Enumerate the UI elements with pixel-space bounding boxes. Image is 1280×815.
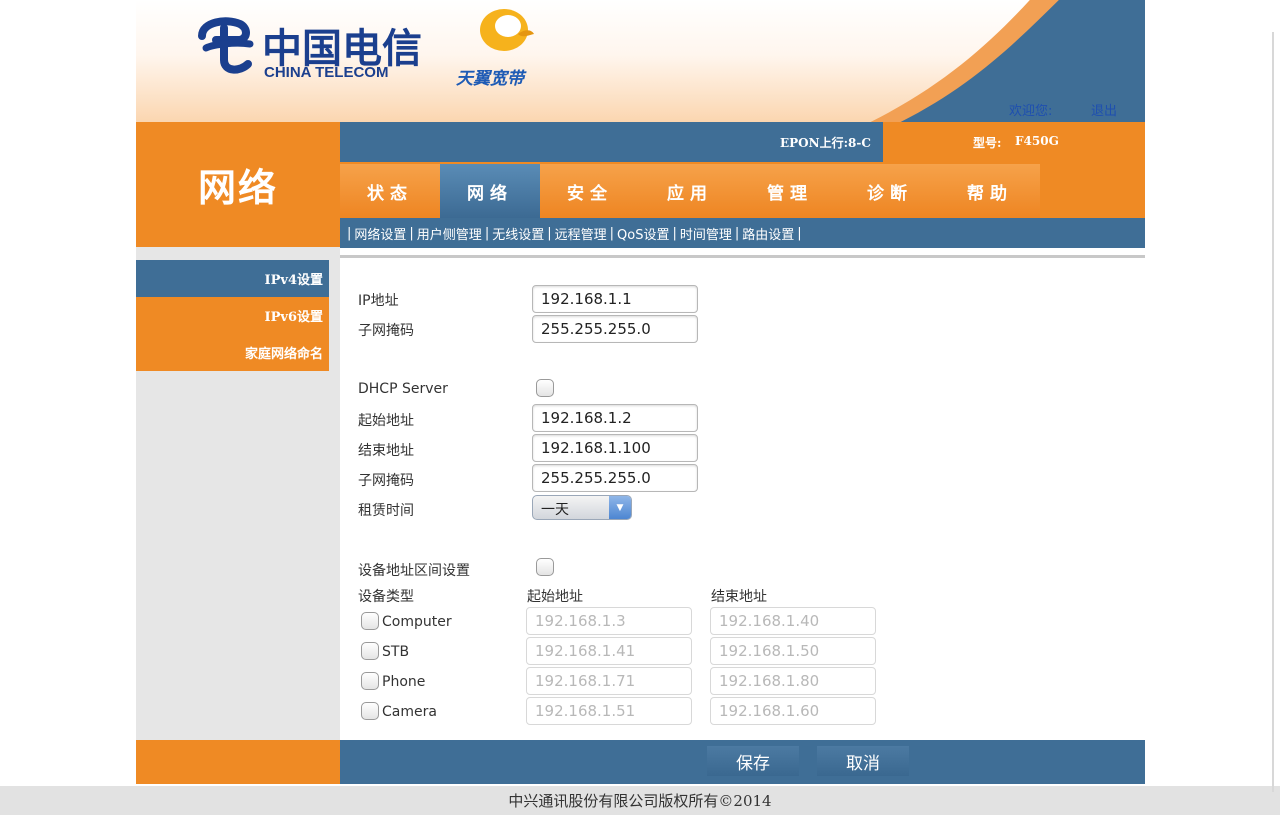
section-title: 网络 — [136, 122, 340, 247]
dhcp-server-label: DHCP Server — [358, 381, 448, 397]
stb-end-input[interactable] — [710, 637, 876, 665]
logo-english-text: CHINA TELECOM — [264, 64, 389, 81]
brand-text: 天翼宽带 — [456, 69, 524, 89]
ip-address-label: IP地址 — [358, 293, 399, 309]
subnet-mask-label: 子网掩码 — [358, 323, 414, 339]
model-label: 型号: — [973, 136, 1002, 150]
lease-time-select[interactable]: 一天 ▼ — [532, 495, 632, 520]
tab-application[interactable]: 应用 — [640, 164, 740, 218]
device-info-bar: EPON上行:8-C 型号: F450G — [340, 122, 1145, 162]
camera-checkbox[interactable] — [361, 702, 379, 720]
action-bar: 保存 取消 — [340, 740, 1145, 784]
device-type-header: 设备类型 — [358, 589, 414, 605]
stb-start-input[interactable] — [526, 637, 692, 665]
camera-start-input[interactable] — [526, 697, 692, 725]
camera-end-input[interactable] — [710, 697, 876, 725]
footer-left-bar — [136, 740, 340, 784]
device-name-computer: Computer — [382, 614, 452, 630]
ip-address-input[interactable] — [532, 285, 698, 313]
subnav-user-side-management[interactable]: 用户侧管理 — [417, 224, 482, 243]
header-swoosh — [870, 0, 1145, 122]
sidebar-item-ipv6[interactable]: IPv6设置 — [136, 297, 329, 334]
device-range-label: 设备地址区间设置 — [358, 563, 470, 579]
device-name-camera: Camera — [382, 704, 437, 720]
device-range-checkbox[interactable] — [536, 558, 554, 576]
main-nav: 状态 网络 安全 应用 管理 诊断 帮助 — [340, 162, 1145, 218]
stb-checkbox[interactable] — [361, 642, 379, 660]
tab-security[interactable]: 安全 — [540, 164, 640, 218]
tab-management[interactable]: 管理 — [740, 164, 840, 218]
subnav-network-settings[interactable]: 网络设置 — [354, 224, 406, 243]
dhcp-end-input[interactable] — [532, 434, 698, 462]
sidebar-item-ipv4[interactable]: IPv4设置 — [136, 260, 329, 297]
subnav-qos-settings[interactable]: QoS设置 — [617, 224, 669, 243]
router-admin-page: 中国电信 CHINA TELECOM 天翼宽带 欢迎您: 退出 网络 EPON上… — [136, 0, 1145, 786]
tab-help[interactable]: 帮助 — [940, 164, 1040, 218]
tab-diagnosis[interactable]: 诊断 — [840, 164, 940, 218]
range-start-header: 起始地址 — [527, 589, 583, 605]
subnav-wireless-settings[interactable]: 无线设置 — [492, 224, 544, 243]
save-button[interactable]: 保存 — [707, 746, 799, 776]
subnav-time-management[interactable]: 时间管理 — [680, 224, 732, 243]
sub-nav: | 网络设置 | 用户侧管理 | 无线设置 | 远程管理 | QoS设置 | 时… — [340, 218, 1145, 248]
lease-time-value: 一天 — [541, 502, 569, 518]
device-name-phone: Phone — [382, 674, 426, 690]
sidebar-item-home-network-name[interactable]: 家庭网络命名 — [136, 334, 329, 371]
welcome-text: 欢迎您: — [1009, 104, 1053, 119]
cancel-button[interactable]: 取消 — [817, 746, 909, 776]
tianyi-logo-icon — [480, 9, 534, 51]
range-end-header: 结束地址 — [711, 589, 767, 605]
chevron-down-icon[interactable]: ▼ — [609, 496, 631, 519]
subnet-mask-input[interactable] — [532, 315, 698, 343]
phone-end-input[interactable] — [710, 667, 876, 695]
header-banner: 中国电信 CHINA TELECOM 天翼宽带 欢迎您: 退出 — [136, 0, 1145, 122]
ipv4-settings-form: IP地址 子网掩码 DHCP Server 起始地址 结束地址 子网掩码 租赁时… — [340, 255, 1145, 740]
tab-status[interactable]: 状态 — [340, 164, 440, 218]
china-telecom-logo-icon — [198, 17, 254, 74]
model-box: 型号: F450G — [883, 122, 1145, 162]
model-value: F450G — [1015, 134, 1059, 148]
dhcp-mask-input[interactable] — [532, 464, 698, 492]
dhcp-mask-label: 子网掩码 — [358, 473, 414, 489]
phone-start-input[interactable] — [526, 667, 692, 695]
copyright-footer: 中兴通讯股份有限公司版权所有©2014 — [0, 786, 1280, 815]
computer-end-input[interactable] — [710, 607, 876, 635]
epon-status: EPON上行:8-C — [780, 136, 871, 150]
computer-checkbox[interactable] — [361, 612, 379, 630]
subnav-remote-management[interactable]: 远程管理 — [555, 224, 607, 243]
device-name-stb: STB — [382, 644, 410, 660]
lease-time-label: 租赁时间 — [358, 503, 414, 519]
phone-checkbox[interactable] — [361, 672, 379, 690]
logout-link[interactable]: 退出 — [1091, 100, 1117, 119]
dhcp-start-input[interactable] — [532, 404, 698, 432]
dhcp-server-checkbox[interactable] — [536, 379, 554, 397]
page-scrollbar[interactable] — [1272, 32, 1274, 792]
dhcp-start-label: 起始地址 — [358, 413, 414, 429]
tianyi-broadband-logo: 天翼宽带 — [454, 4, 554, 89]
tab-network[interactable]: 网络 — [440, 164, 540, 218]
computer-start-input[interactable] — [526, 607, 692, 635]
dhcp-end-label: 结束地址 — [358, 443, 414, 459]
left-sidebar: IPv4设置 IPv6设置 家庭网络命名 — [136, 247, 340, 740]
subnav-routing-settings[interactable]: 路由设置 — [742, 224, 794, 243]
